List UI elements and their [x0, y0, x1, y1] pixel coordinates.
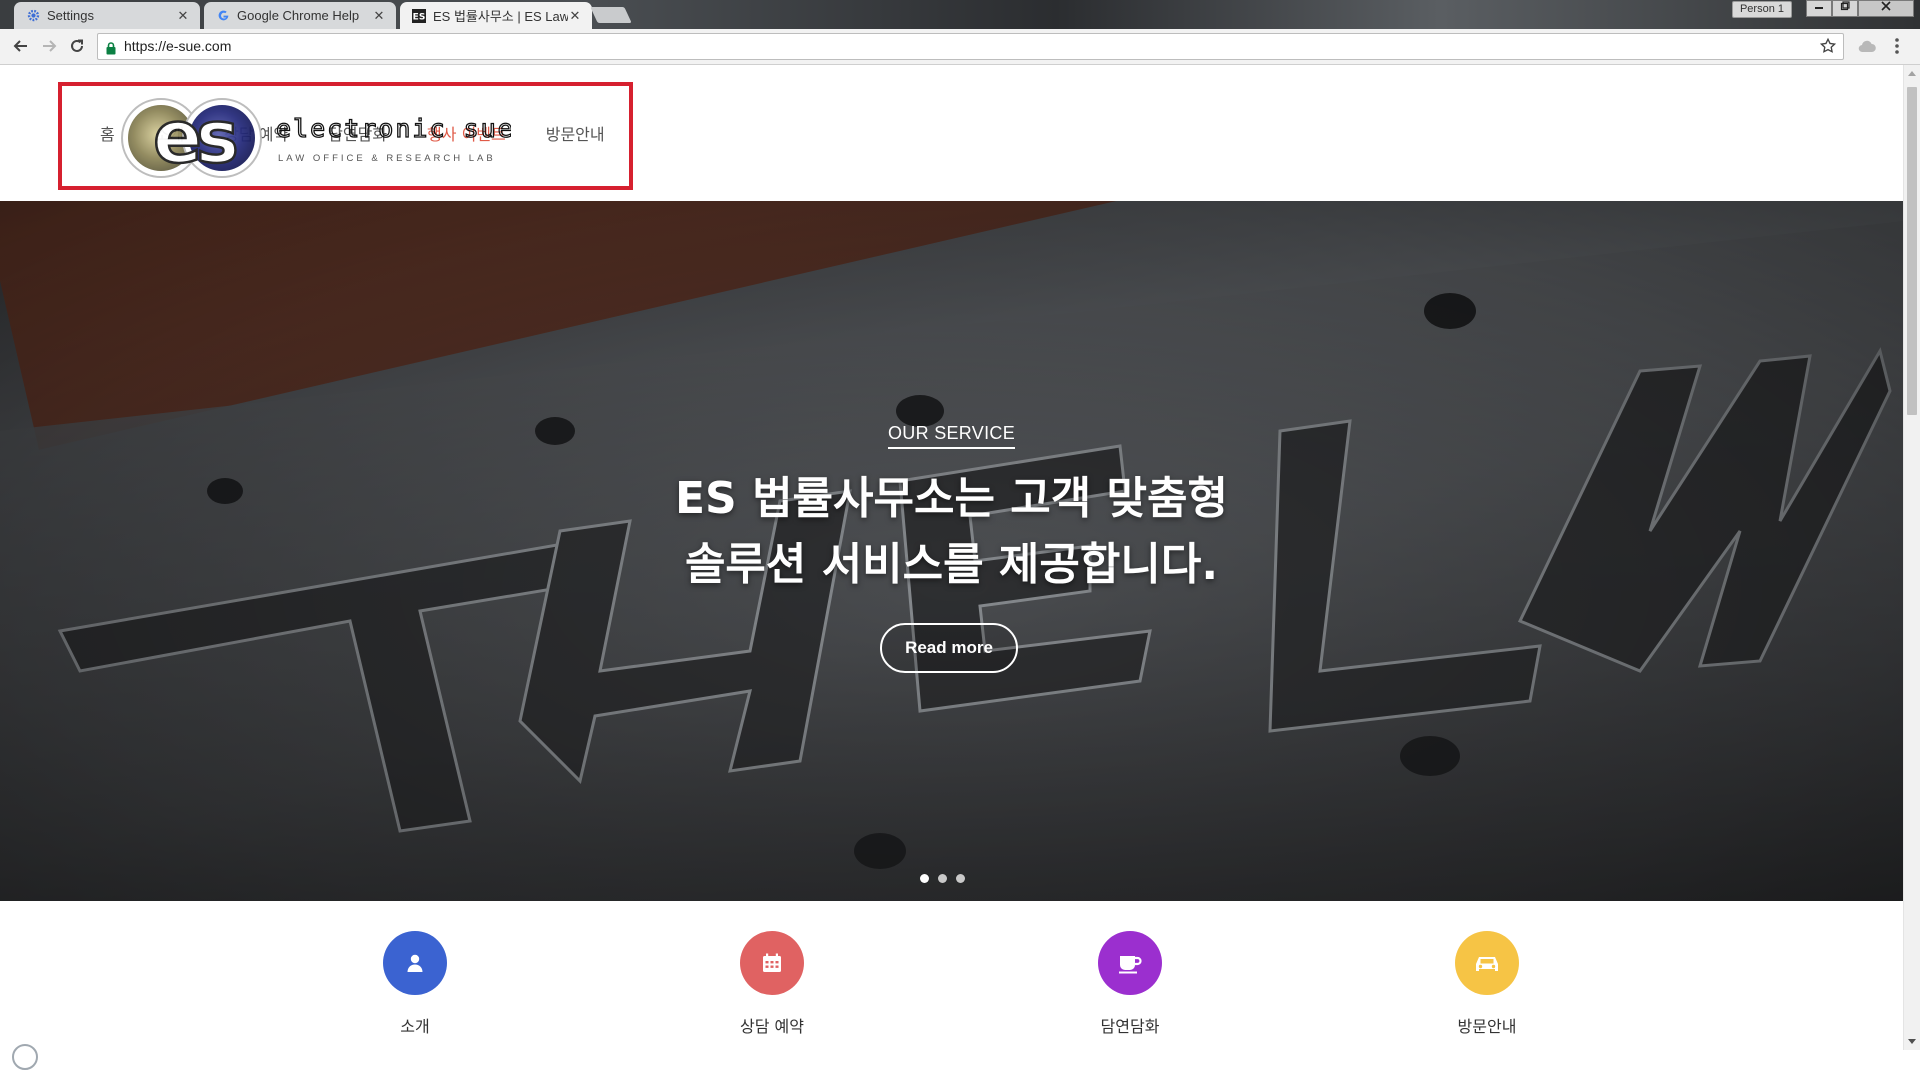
scroll-down-arrow[interactable] — [1908, 1039, 1916, 1044]
lock-icon — [106, 40, 116, 59]
google-g-icon — [216, 9, 230, 23]
carousel-dot-3[interactable] — [956, 874, 965, 883]
service-label: 담연담화 — [1100, 1017, 1160, 1036]
service-consultation[interactable]: 상담 예약 — [672, 931, 872, 1037]
scroll-up-arrow[interactable] — [1908, 71, 1916, 76]
service-label: 소개 — [400, 1017, 430, 1036]
site-header: 홈 소개 상담 예약 담연담화 행사 이벤트 방문안내 es — [0, 65, 1903, 201]
chrome-menu-button[interactable] — [1886, 35, 1908, 57]
url-text: https://e-sue.com — [124, 38, 232, 54]
kebab-menu-icon — [1895, 38, 1899, 54]
minimize-icon — [1815, 7, 1823, 9]
carousel-dot-2[interactable] — [938, 874, 947, 883]
page-scrollbar[interactable] — [1903, 65, 1920, 1050]
floating-widget[interactable] — [12, 1044, 38, 1070]
maximize-button[interactable] — [1832, 0, 1858, 17]
service-talk[interactable]: 담연담화 — [1030, 931, 1230, 1037]
highlight-box — [58, 82, 633, 190]
es-favicon: ES — [412, 8, 426, 23]
hero-kicker-text: OUR SERVICE — [888, 423, 1015, 449]
hero-title: ES 법률사무소는 고객 맞춤형 솔루션 서비스를 제공합니다. — [0, 466, 1903, 598]
tab-title: Google Chrome Help — [237, 8, 360, 23]
service-circle[interactable] — [1098, 931, 1162, 995]
arrow-left-icon — [13, 40, 27, 52]
tab-es-law[interactable]: ES ES 법률사무소 | ES Law ✕ — [400, 2, 592, 29]
address-bar[interactable]: https://e-sue.com — [97, 33, 1844, 60]
read-more-button[interactable]: Read more — [880, 623, 1018, 673]
gear-icon — [26, 9, 40, 23]
web-page: 홈 소개 상담 예약 담연담화 행사 이벤트 방문안내 es — [0, 65, 1903, 1050]
extension-button[interactable] — [1856, 35, 1878, 57]
carousel-dot-1[interactable] — [920, 874, 929, 883]
close-icon[interactable]: ✕ — [568, 8, 582, 24]
service-directions[interactable]: 방문안내 — [1387, 931, 1587, 1037]
hero-carousel: OUR SERVICE ES 법률사무소는 고객 맞춤형 솔루션 서비스를 제공… — [0, 201, 1903, 901]
reload-icon — [71, 39, 83, 52]
profile-button[interactable]: Person 1 — [1731, 1, 1792, 18]
tab-title: Settings — [47, 8, 94, 23]
service-circle[interactable] — [740, 931, 804, 995]
new-tab-button[interactable] — [590, 7, 632, 23]
services-section: 소개 상담 예약 담연담화 방문안내 — [0, 901, 1903, 1050]
carousel-pagination — [920, 874, 974, 883]
service-circle[interactable] — [1455, 931, 1519, 995]
tab-strip: Settings ✕ Google Chrome Help ✕ ES ES 법률… — [0, 0, 1920, 29]
service-label: 방문안내 — [1457, 1017, 1517, 1036]
car-icon — [1476, 957, 1498, 971]
minimize-button[interactable] — [1806, 0, 1832, 17]
close-window-button[interactable] — [1858, 0, 1914, 17]
forward-button[interactable] — [36, 33, 62, 59]
hero-kicker: OUR SERVICE — [0, 423, 1903, 449]
svg-text:ES: ES — [413, 12, 426, 22]
arrow-right-icon — [43, 40, 57, 52]
reload-button[interactable] — [64, 33, 90, 59]
close-icon — [1881, 1, 1891, 11]
service-label: 상담 예약 — [740, 1017, 804, 1036]
cloud-icon — [1858, 40, 1876, 53]
tab-google-chrome-help[interactable]: Google Chrome Help ✕ — [204, 2, 396, 29]
close-icon[interactable]: ✕ — [176, 8, 190, 24]
back-button[interactable] — [8, 33, 34, 59]
bookmark-star-icon[interactable] — [1819, 37, 1837, 59]
tab-settings[interactable]: Settings ✕ — [14, 2, 200, 29]
browser-toolbar: https://e-sue.com — [0, 29, 1920, 65]
tab-title: ES 법률사무소 | ES Law — [433, 9, 568, 24]
hero-title-line-1: ES 법률사무소는 고객 맞춤형 — [675, 473, 1228, 524]
close-icon[interactable]: ✕ — [372, 8, 386, 24]
user-icon — [407, 954, 423, 972]
coffee-cup-icon — [1119, 956, 1142, 974]
service-circle[interactable] — [383, 931, 447, 995]
calendar-icon — [763, 953, 781, 972]
service-about[interactable]: 소개 — [315, 931, 515, 1037]
hero-title-line-2: 솔루션 서비스를 제공합니다. — [684, 539, 1219, 590]
scrollbar-thumb[interactable] — [1907, 87, 1917, 415]
restore-icon — [1840, 1, 1850, 11]
